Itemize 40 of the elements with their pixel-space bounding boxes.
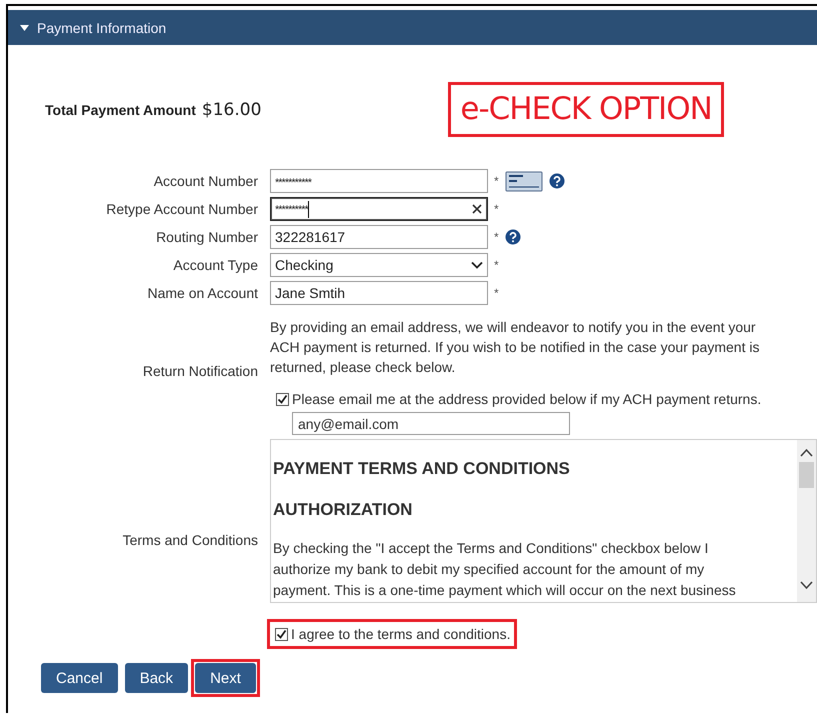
checkbox-label: I agree to the terms and conditions. [291,626,510,642]
panel-header[interactable]: Payment Information [8,10,817,45]
clear-icon [471,203,483,215]
scroll-down-icon [800,581,813,590]
text-field[interactable]: 322281617 [270,225,488,249]
notification-text: By providing an email address, we will endeavor to notify you in the event your ACH payment is returned. If you wish to be notified in the case your payment is returned, please check below. [270,318,760,377]
field-label: Retype Account Number [105,201,258,217]
scrollbar-thumb[interactable] [799,462,814,488]
total-amount: $16.00 [202,100,262,120]
form-button[interactable]: Back [124,663,188,693]
email-field[interactable]: any@email.com [292,412,570,435]
scrollbar[interactable] [797,440,816,602]
terms-heading: AUTHORIZATION [273,499,414,520]
annotation-label: e-CHECK OPTION [448,82,724,137]
field-label: Return Notification [142,363,258,379]
checkbox[interactable] [275,628,288,640]
scroll-up-icon [800,448,813,457]
required-mark: * [494,202,499,216]
terms-heading: PAYMENT TERMS AND CONDITIONS [273,458,571,479]
terms-text: By checking the "I accept the Terms and Conditions" checkbox below I authorize my bank to debit my specified account for the amount of my payment. This is a one-time payment which will occur on the next business [273,539,737,600]
field-label: Terms and Conditions [122,531,258,548]
panel-title: Payment Information [37,20,166,36]
dropdown-chevron-icon [471,259,483,271]
checkbox-label: Please email me at the address provided below if my ACH payment returns. [292,390,762,409]
account-type-select[interactable]: Checking [270,253,488,277]
field-label: Name on Account [146,285,258,301]
form-button[interactable]: Cancel [41,663,118,693]
field-label: Account Type [172,257,258,273]
text-field[interactable]: *********** [270,169,488,193]
required-mark: * [494,286,499,300]
text-field[interactable]: Jane Smtih [270,281,488,305]
field-label: Account Number [152,173,258,189]
required-mark: * [494,174,499,188]
text-field[interactable]: ********** [270,197,488,221]
required-mark: * [494,230,499,244]
field-label: Routing Number [155,229,258,245]
total-label: Total Payment Amount [45,102,196,118]
required-mark: * [494,258,499,272]
checkbox[interactable] [276,392,289,406]
form-button[interactable]: Next [195,663,256,693]
